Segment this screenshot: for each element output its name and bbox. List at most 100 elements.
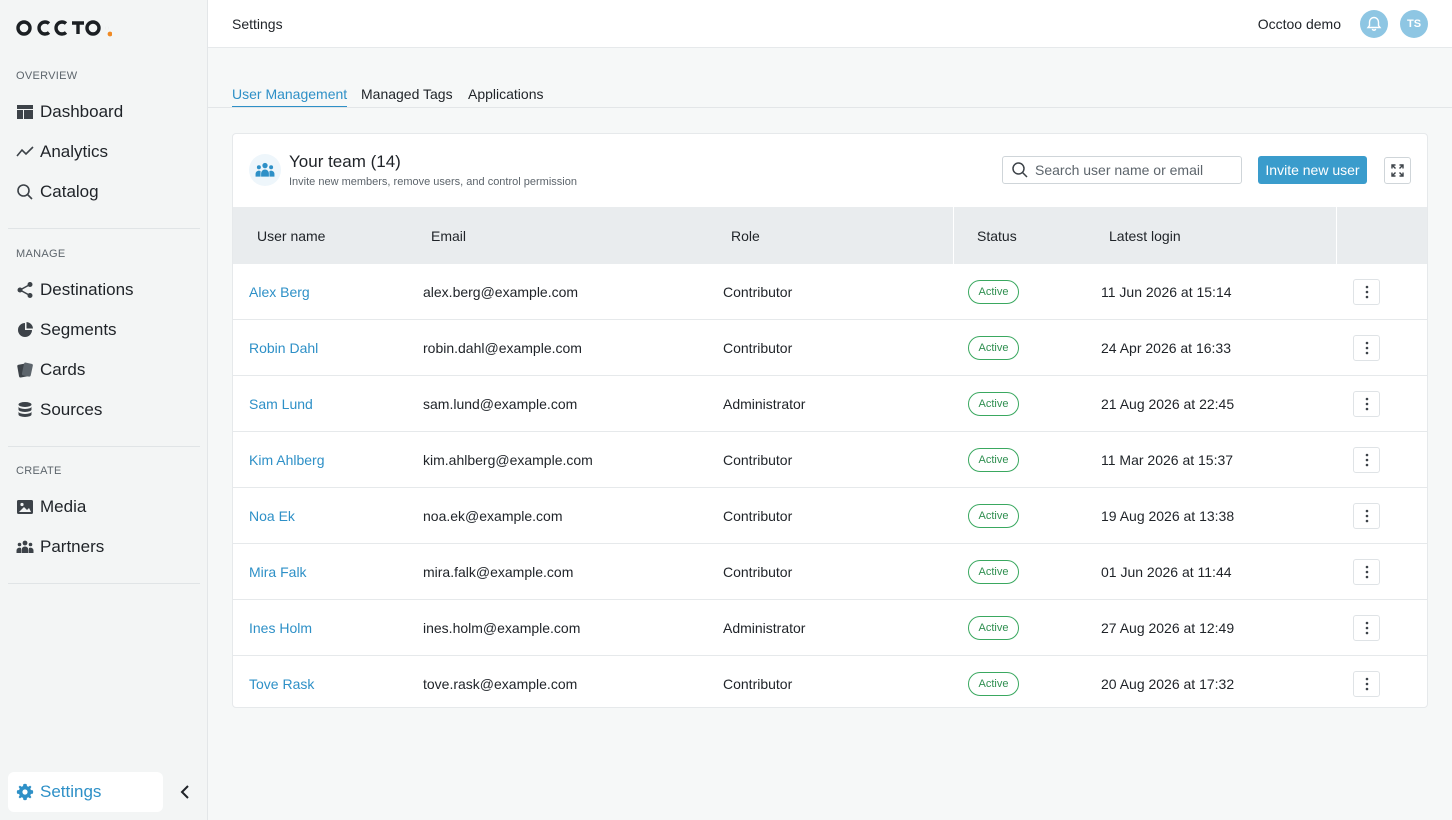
team-icon	[249, 154, 281, 186]
database-icon	[16, 401, 34, 419]
row-actions-button[interactable]	[1353, 559, 1380, 585]
user-search[interactable]	[1002, 156, 1242, 184]
team-title: Your team (14)	[289, 152, 401, 171]
search-icon	[1012, 162, 1028, 178]
status-badge: Active	[968, 392, 1019, 416]
row-actions-button[interactable]	[1353, 447, 1380, 473]
status-badge: Active	[968, 560, 1019, 584]
sidebar-item-media[interactable]: Media	[16, 495, 86, 519]
column-separator	[1336, 207, 1337, 264]
expand-icon	[1391, 164, 1404, 177]
tab-user-management[interactable]: User Management	[232, 86, 348, 108]
user-role: Contributor	[723, 564, 793, 580]
sidebar-item-partners[interactable]: Partners	[16, 535, 104, 559]
tab-applications[interactable]: Applications	[468, 86, 544, 108]
sidebar-item-catalog[interactable]: Catalog	[16, 180, 99, 204]
sidebar-item-cards[interactable]: Cards	[16, 358, 85, 382]
logo-wordmark	[16, 20, 112, 37]
user-email: ines.holm@example.com	[423, 620, 581, 636]
sidebar-divider	[8, 446, 200, 447]
status-badge: Active	[968, 504, 1019, 528]
occtoo-logo[interactable]	[16, 18, 112, 38]
user-name-link[interactable]: Robin Dahl	[249, 340, 318, 356]
pie-chart-icon	[16, 321, 34, 339]
latest-login: 21 Aug 2026 at 22:45	[1101, 396, 1235, 412]
sidebar-item-segments[interactable]: Segments	[16, 318, 117, 342]
sidebar-item-dashboard[interactable]: Dashboard	[16, 100, 123, 124]
sidebar-item-analytics[interactable]: Analytics	[16, 140, 108, 164]
top-header: Settings Occtoo demo TS	[208, 0, 1452, 48]
bell-icon	[1366, 16, 1382, 31]
trend-line-icon	[16, 143, 34, 161]
user-name-link[interactable]: Alex Berg	[249, 284, 310, 300]
column-separator	[953, 207, 954, 264]
table-row: Noa Ek noa.ek@example.com Contributor Ac…	[233, 488, 1427, 544]
user-role: Contributor	[723, 452, 793, 468]
collapse-sidebar-button[interactable]	[177, 782, 193, 802]
user-role: Administrator	[723, 396, 806, 412]
row-actions-button[interactable]	[1353, 671, 1380, 697]
row-actions-button[interactable]	[1353, 279, 1380, 305]
kebab-menu-icon	[1365, 509, 1368, 523]
sidebar-item-label: Settings	[40, 782, 102, 801]
notifications-button[interactable]	[1360, 10, 1388, 38]
table-header: User name Email Role Status Latest login	[233, 207, 1427, 264]
table-row: Kim Ahlberg kim.ahlberg@example.com Cont…	[233, 432, 1427, 488]
kebab-menu-icon	[1365, 677, 1368, 691]
sidebar-item-settings[interactable]: Settings	[8, 772, 163, 812]
user-name-link[interactable]: Sam Lund	[249, 396, 313, 412]
status-badge: Active	[968, 336, 1019, 360]
table-row: Alex Berg alex.berg@example.com Contribu…	[233, 264, 1427, 320]
invite-new-user-button[interactable]: Invite new user	[1258, 156, 1367, 184]
search-input[interactable]	[1035, 162, 1235, 178]
user-name-link[interactable]: Ines Holm	[249, 620, 312, 636]
section-label-overview: OVERVIEW	[16, 70, 78, 82]
latest-login: 01 Jun 2026 at 11:44	[1101, 564, 1232, 580]
user-name-link[interactable]: Tove Rask	[249, 676, 314, 692]
column-header-status[interactable]: Status	[977, 228, 1017, 244]
latest-login: 20 Aug 2026 at 17:32	[1101, 676, 1235, 692]
user-name-link[interactable]: Kim Ahlberg	[249, 452, 324, 468]
user-email: noa.ek@example.com	[423, 508, 563, 524]
user-email: kim.ahlberg@example.com	[423, 452, 593, 468]
user-role: Contributor	[723, 508, 793, 524]
user-email: tove.rask@example.com	[423, 676, 578, 692]
row-actions-button[interactable]	[1353, 391, 1380, 417]
row-actions-button[interactable]	[1353, 503, 1380, 529]
column-header-role[interactable]: Role	[731, 228, 760, 244]
team-subtitle: Invite new members, remove users, and co…	[289, 176, 577, 188]
sidebar-item-label: Media	[40, 497, 87, 516]
user-email: alex.berg@example.com	[423, 284, 579, 300]
sidebar-item-label: Sources	[40, 400, 103, 419]
column-header-latest-login[interactable]: Latest login	[1109, 228, 1181, 244]
sidebar-item-destinations[interactable]: Destinations	[16, 278, 134, 302]
row-actions-button[interactable]	[1353, 335, 1380, 361]
latest-login: 19 Aug 2026 at 13:38	[1101, 508, 1235, 524]
tabs-divider	[208, 107, 1452, 108]
user-role: Contributor	[723, 340, 793, 356]
table-row: Mira Falk mira.falk@example.com Contribu…	[233, 544, 1427, 600]
kebab-menu-icon	[1365, 397, 1368, 411]
organization-name[interactable]: Occtoo demo	[1258, 16, 1341, 32]
tab-managed-tags[interactable]: Managed Tags	[361, 86, 453, 108]
user-role: Administrator	[723, 620, 806, 636]
section-label-manage: MANAGE	[16, 248, 66, 260]
fullscreen-button[interactable]	[1384, 157, 1411, 184]
kebab-menu-icon	[1365, 453, 1368, 467]
user-name-link[interactable]: Mira Falk	[249, 564, 307, 580]
user-role: Contributor	[723, 284, 793, 300]
people-icon	[16, 538, 34, 556]
column-header-email[interactable]: Email	[431, 228, 466, 244]
user-avatar[interactable]: TS	[1400, 10, 1428, 38]
share-icon	[16, 281, 34, 299]
table-row: Robin Dahl robin.dahl@example.com Contri…	[233, 320, 1427, 376]
column-header-username[interactable]: User name	[257, 228, 325, 244]
user-name-link[interactable]: Noa Ek	[249, 508, 295, 524]
gear-icon	[16, 783, 34, 801]
row-actions-button[interactable]	[1353, 615, 1380, 641]
team-card: Your team (14) Invite new members, remov…	[232, 133, 1428, 708]
status-badge: Active	[968, 672, 1019, 696]
sidebar-divider	[8, 583, 200, 584]
sidebar-item-label: Analytics	[40, 142, 109, 161]
sidebar-item-sources[interactable]: Sources	[16, 398, 102, 422]
